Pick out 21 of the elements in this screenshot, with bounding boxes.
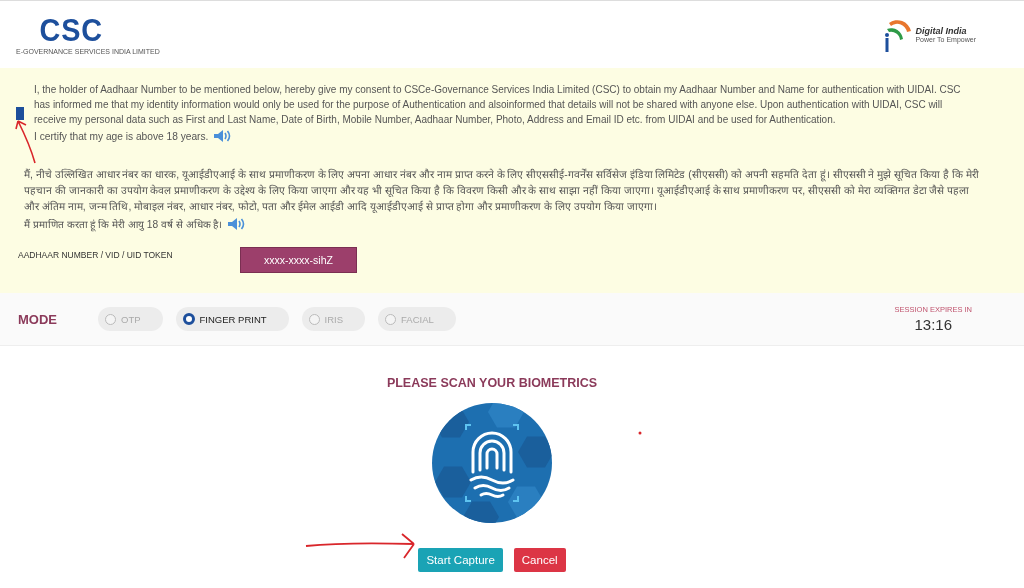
aadhaar-field[interactable]: xxxx-xxxx-sihZ xyxy=(240,247,357,273)
mode-option[interactable]: IRIS xyxy=(301,307,366,331)
scan-title: PLEASE SCAN YOUR BIOMETRICS xyxy=(386,376,598,390)
mode-label: MODE xyxy=(18,311,58,327)
age-declaration: I certify that my age is above 18 years. xyxy=(34,130,209,142)
logo-text: CSC xyxy=(39,14,104,45)
capture-button[interactable]: Start Capture xyxy=(418,548,503,572)
mode-option[interactable]: FACIAL xyxy=(378,307,456,331)
session-timer: 13:16 xyxy=(914,316,952,333)
speaker-icon[interactable] xyxy=(212,127,233,145)
field-label: AADHAAR NUMBER / VID / UID TOKEN xyxy=(18,250,174,260)
cancel-button[interactable]: Cancel xyxy=(513,548,566,572)
consent-checkbox[interactable] xyxy=(16,107,24,120)
mode-option[interactable]: FINGER PRINT xyxy=(175,307,289,331)
stray-mark xyxy=(638,431,642,435)
logo-text: Digital India xyxy=(915,26,968,36)
consent-text: मैं, नीचे उल्लिखित आधार नंबर का धारक, यूआईडीएआई के साथ प्रमाणीकरण के लिए अपना आधार नंबर और नाम प्राप्त करने के लिए सीएससीई-गवर्नेंस सर्विसेज इंडिया लिमिटेड (सीएससी) को अपनी सहमति देता हूं। सीएससी ने मुझे सूचित किया है कि मेरी पहचान की जानकारी का उपयोग केवल प्रमाणीकरण के उद्देश्य के लिए किया जाएगा और यह भी सूचित किया है कि विवरण किसी और के साथ साझा नहीं किया जाएगा। यूआईडीएआई के साथ प्रमाणीकरण पर, सीएससी को मेरा व्यक्तिगत डेटा जैसे पहला और अंतिम नाम, जन्म तिथि, मोबाइल नंबर, आधार नंबर, फोटो, पता और ईमेल आईडी आदि यूआईडीएआई से प्राप्त होगा और प्रमाणीकरण के लिए उपयोग किया जाएगा। xyxy=(24,167,980,215)
speaker-icon[interactable] xyxy=(226,215,247,233)
age-declaration: मैं प्रमाणित करता हूं कि मेरी आयु 18 वर्ष से अधिक है। xyxy=(24,218,223,231)
mode-option[interactable]: OTP xyxy=(98,307,163,331)
consent-text: I, the holder of Aadhaar Number to be mentioned below, hereby give my consent to CSCe-Governance Services India Limited (CSC) to obtain my Aadhaar Number and Name for authentication with UIDAI. CSC has informed me that my identity information would only be used for the purpose of Authentication and alsoinformed that details will not be shared with anyone else. Upon authentication with UIDAI, CSC will receive my personal data such as First and Last Name, Date of Birth, Mobile Number, Aadhaar Number, Photo, Address and Email ID etc. from UIDAI and be used for Authentication. xyxy=(34,83,962,127)
